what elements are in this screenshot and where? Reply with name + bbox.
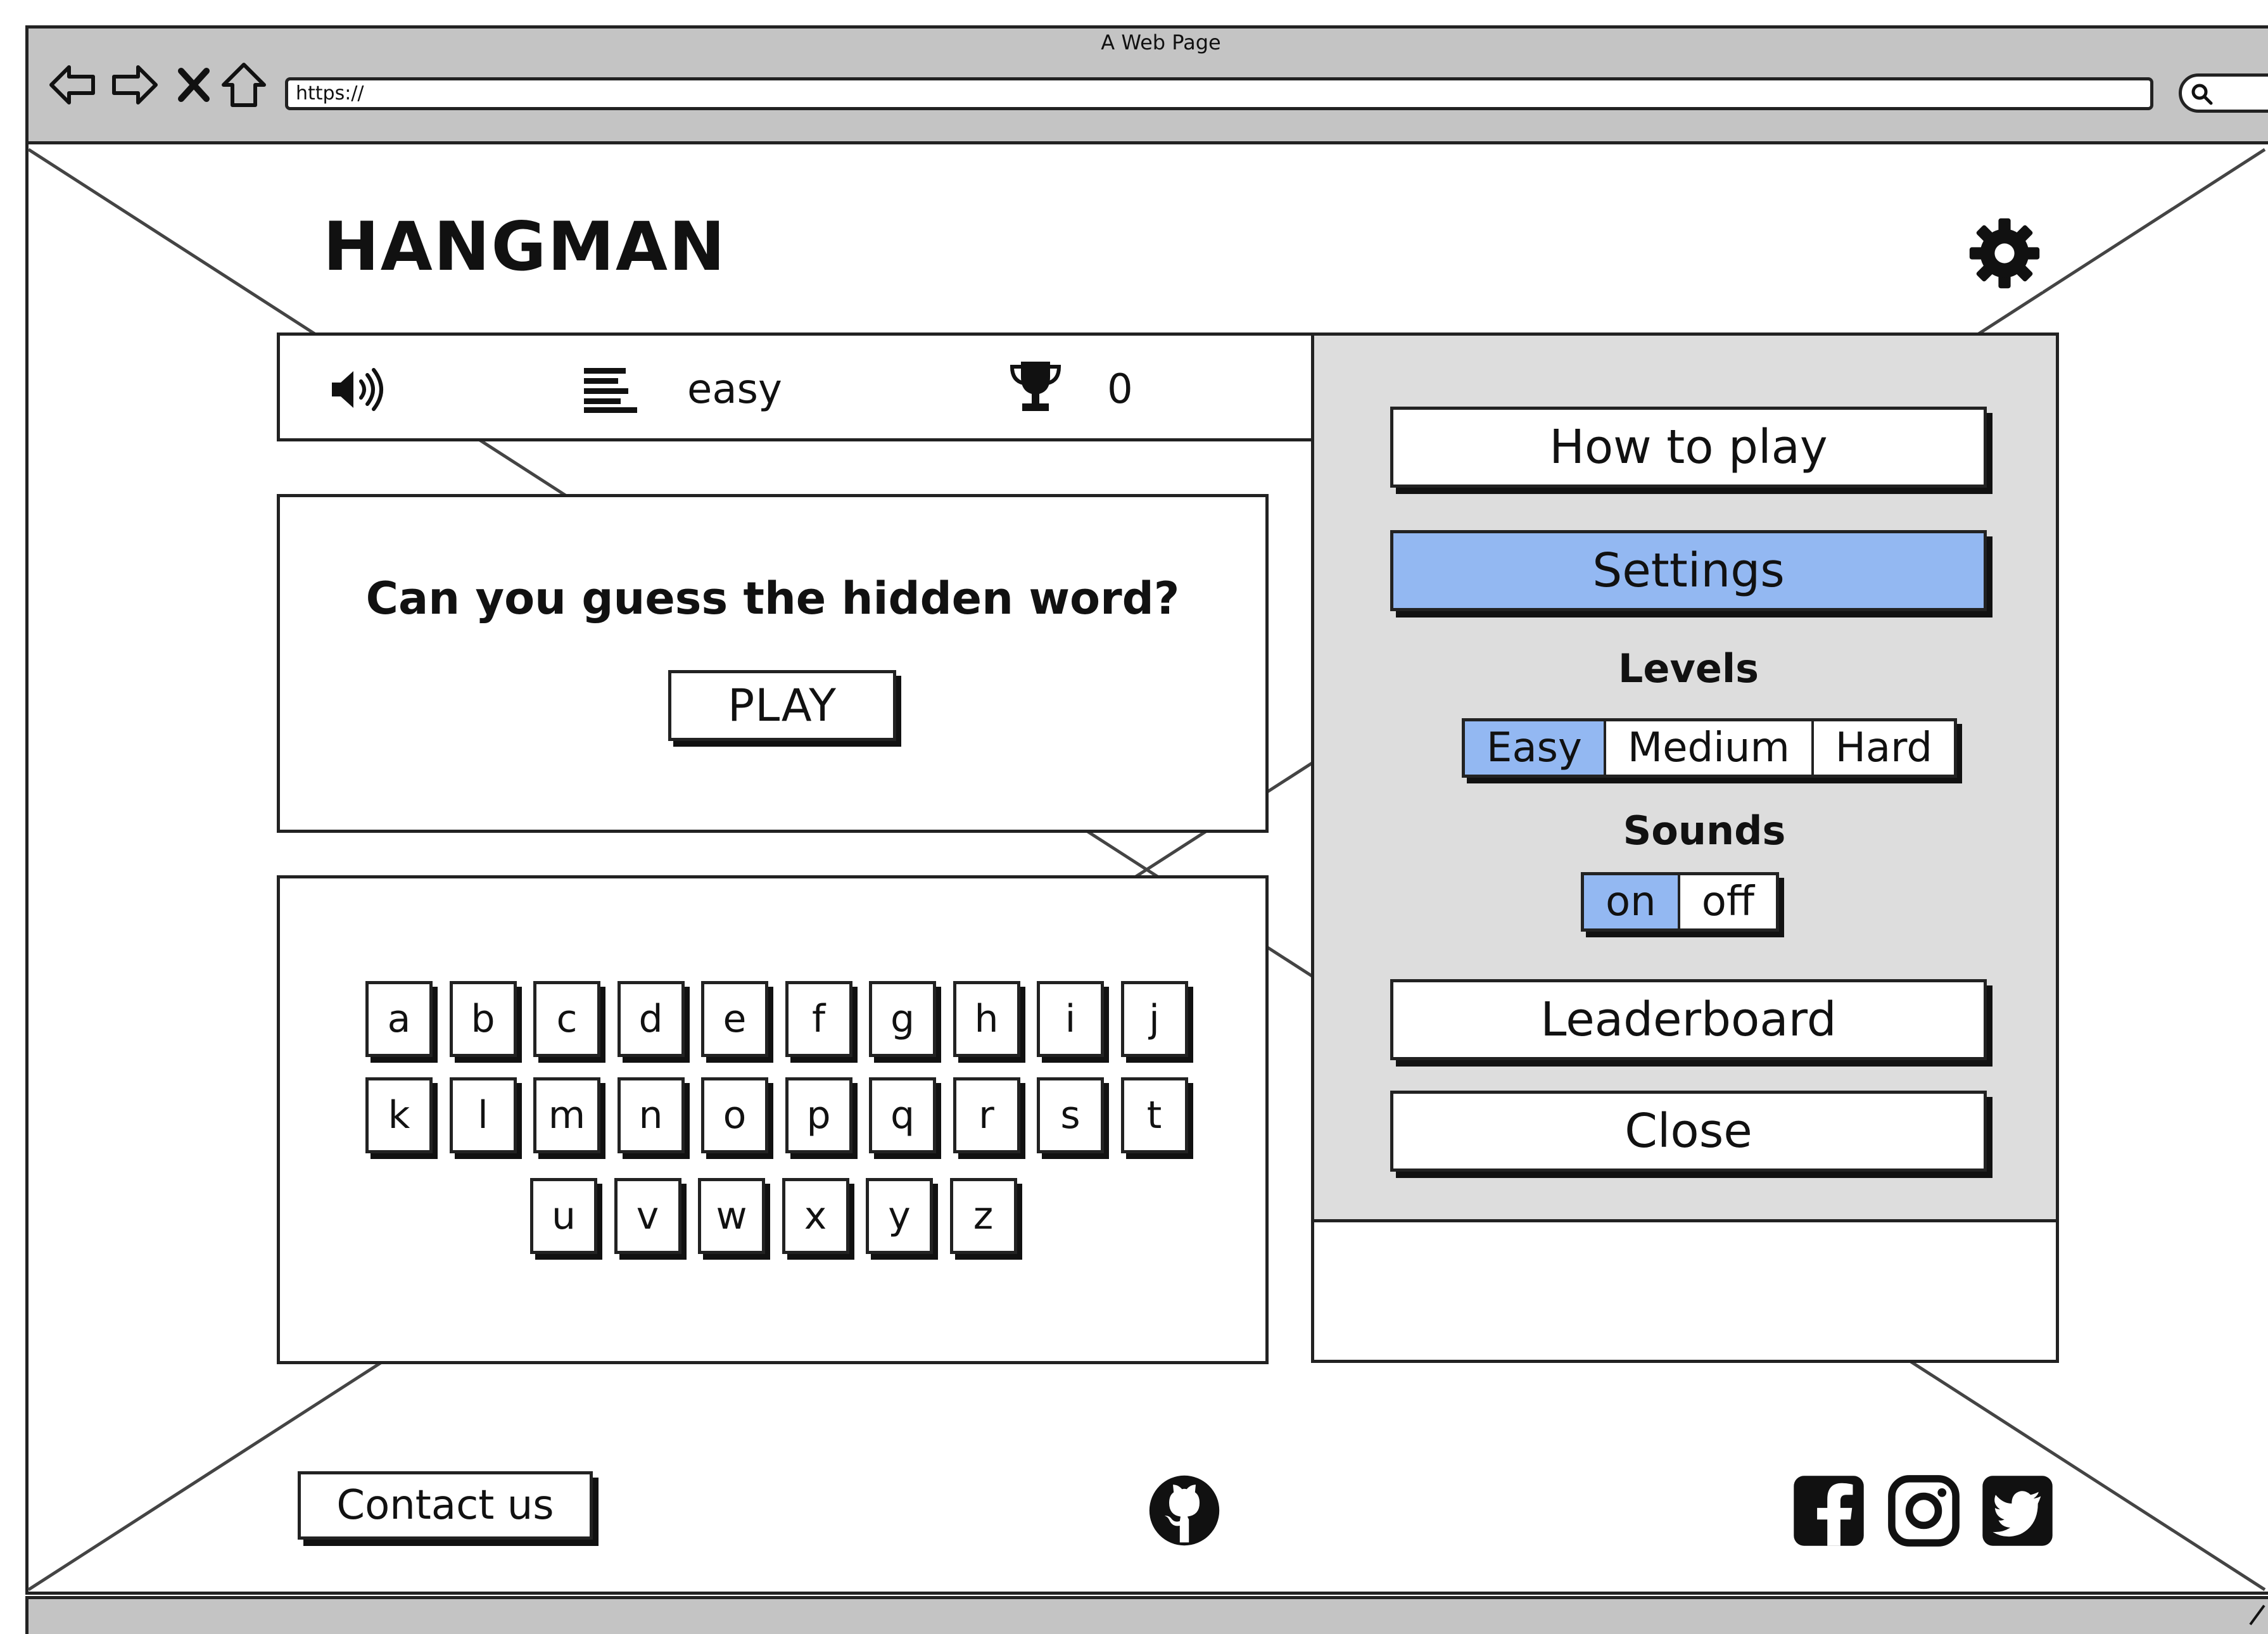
key-o[interactable]: o <box>701 1077 768 1153</box>
key-q[interactable]: q <box>869 1077 936 1153</box>
page-title: HANGMAN <box>323 206 733 288</box>
gear-icon[interactable] <box>1967 215 2043 291</box>
level-selector: Easy Medium Hard <box>1462 718 1957 778</box>
close-button[interactable]: Close <box>1390 1091 1987 1172</box>
search-icon <box>2191 84 2213 105</box>
key-s[interactable]: s <box>1037 1077 1104 1153</box>
key-f[interactable]: f <box>785 981 852 1057</box>
instagram-icon[interactable] <box>1887 1474 1960 1547</box>
key-z[interactable]: z <box>949 1178 1017 1254</box>
trophy-icon <box>1007 358 1064 415</box>
sound-option-off[interactable]: off <box>1680 875 1776 928</box>
key-l[interactable]: l <box>449 1077 517 1153</box>
align-left-icon <box>581 364 638 415</box>
leaderboard-button[interactable]: Leaderboard <box>1390 979 1987 1060</box>
twitter-icon[interactable] <box>1981 1474 2054 1547</box>
back-icon[interactable] <box>48 60 98 110</box>
how-to-play-button[interactable]: How to play <box>1390 407 1987 488</box>
status-bar <box>277 332 1315 441</box>
home-icon[interactable] <box>219 60 269 110</box>
key-n[interactable]: n <box>617 1077 685 1153</box>
key-m[interactable]: m <box>533 1077 600 1153</box>
key-h[interactable]: h <box>953 981 1020 1057</box>
stop-icon[interactable] <box>176 60 212 110</box>
key-i[interactable]: i <box>1037 981 1104 1057</box>
forward-icon[interactable] <box>109 60 160 110</box>
play-card <box>277 494 1269 833</box>
key-d[interactable]: d <box>617 981 685 1057</box>
game-prompt: Can you guess the hidden word? <box>365 573 1180 624</box>
sound-toggle: on off <box>1581 872 1779 932</box>
key-r[interactable]: r <box>953 1077 1020 1153</box>
key-b[interactable]: b <box>449 981 517 1057</box>
level-option-medium[interactable]: Medium <box>1606 721 1814 775</box>
facebook-icon[interactable] <box>1792 1474 1865 1547</box>
level-option-hard[interactable]: Hard <box>1814 721 1954 775</box>
key-x[interactable]: x <box>782 1178 849 1254</box>
key-t[interactable]: t <box>1120 1077 1188 1153</box>
key-p[interactable]: p <box>785 1077 852 1153</box>
browser-search-box[interactable] <box>2179 73 2268 113</box>
window-title: A Web Page <box>1101 30 1221 54</box>
url-input[interactable]: https:// <box>285 77 2153 110</box>
score-value: 0 <box>1107 366 1133 413</box>
sounds-label: Sounds <box>1623 808 1786 854</box>
key-w[interactable]: w <box>698 1178 765 1254</box>
key-u[interactable]: u <box>530 1178 597 1254</box>
github-icon[interactable] <box>1146 1472 1222 1548</box>
level-option-easy[interactable]: Easy <box>1465 721 1606 775</box>
browser-status-bar <box>25 1596 2268 1634</box>
key-e[interactable]: e <box>701 981 768 1057</box>
play-button[interactable]: PLAY <box>668 670 896 741</box>
key-g[interactable]: g <box>869 981 936 1057</box>
levels-label: Levels <box>1618 645 1759 692</box>
current-level: easy <box>687 366 782 413</box>
key-j[interactable]: j <box>1120 981 1188 1057</box>
key-a[interactable]: a <box>365 981 433 1057</box>
speaker-icon[interactable] <box>329 367 386 412</box>
key-c[interactable]: c <box>533 981 600 1057</box>
key-v[interactable]: v <box>614 1178 681 1254</box>
key-k[interactable]: k <box>365 1077 433 1153</box>
key-y[interactable]: y <box>866 1178 933 1254</box>
resize-handle-icon[interactable] <box>2245 1599 2268 1631</box>
sound-option-on[interactable]: on <box>1584 875 1680 928</box>
settings-button[interactable]: Settings <box>1390 530 1987 611</box>
contact-us-button[interactable]: Contact us <box>298 1471 593 1540</box>
